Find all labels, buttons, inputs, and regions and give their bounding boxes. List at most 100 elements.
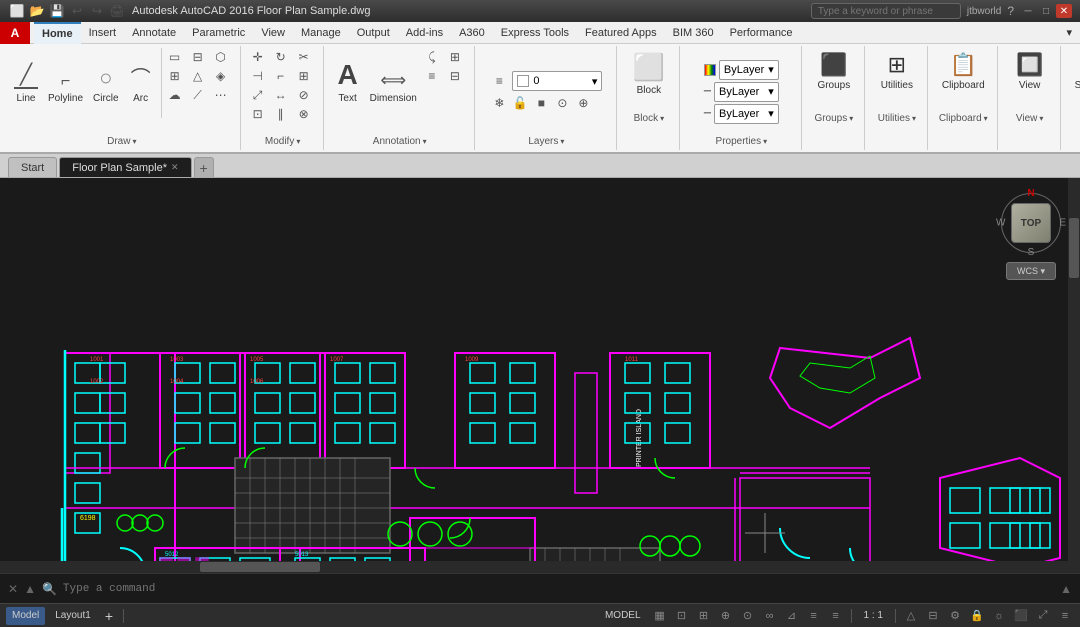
menu-tab-view[interactable]: View — [253, 22, 293, 44]
unisolate-icon[interactable]: ⊕ — [574, 94, 592, 112]
freeze-icon[interactable]: ❄ — [490, 94, 508, 112]
move-icon[interactable]: ✛ — [249, 48, 267, 66]
new-icon[interactable]: ⬜ — [8, 2, 26, 20]
vertical-scrollbar[interactable] — [1068, 178, 1080, 573]
ortho-icon[interactable]: ⊞ — [695, 607, 713, 625]
lock-icon[interactable]: 🔒 — [968, 607, 986, 625]
autocad-logo[interactable]: A — [0, 22, 30, 44]
layer-dropdown[interactable]: 0 ▾ — [512, 71, 602, 91]
close-button[interactable]: ✕ — [1056, 4, 1072, 18]
grid-icon[interactable]: ▦ — [651, 607, 669, 625]
mirror-icon[interactable]: ⊣ — [249, 67, 267, 85]
viewcube[interactable]: TOP — [1001, 193, 1061, 253]
menu-tab-a360[interactable]: A360 — [451, 22, 493, 44]
workspace-icon[interactable]: ⚙ — [946, 607, 964, 625]
snap-icon[interactable]: ⊡ — [673, 607, 691, 625]
block-group-label[interactable]: Block ▾ — [625, 112, 673, 125]
cmdline-expand-icon[interactable]: ▲ — [1060, 582, 1072, 596]
groups-button[interactable]: ⬛ Groups — [810, 48, 858, 112]
gradient-icon[interactable]: ⬡ — [212, 48, 230, 66]
menu-tab-manage[interactable]: Manage — [293, 22, 349, 44]
annotation-group-label[interactable]: Annotation ▾ — [332, 135, 468, 148]
horizontal-scrollbar[interactable] — [0, 561, 1068, 573]
lock-icon[interactable]: 🔓 — [511, 94, 529, 112]
tab-floorplan-close[interactable]: ✕ — [171, 162, 179, 173]
cmdline-search-icon[interactable]: 🔍 — [42, 582, 57, 596]
dyn-icon[interactable]: ≡ — [805, 607, 823, 625]
polyline-button[interactable]: ⌐ Polyline — [44, 48, 87, 106]
model-space-button[interactable]: MODEL — [599, 607, 647, 625]
view-group-label[interactable]: View ▾ — [1006, 112, 1054, 125]
scale-icon[interactable]: ⤢ — [249, 86, 267, 104]
hardware-accel-icon[interactable]: ⬛ — [1012, 607, 1030, 625]
circle-button[interactable]: ○ Circle — [89, 48, 123, 106]
menu-tab-annotate[interactable]: Annotate — [124, 22, 184, 44]
menu-tab-featured[interactable]: Featured Apps — [577, 22, 665, 44]
groups-group-label[interactable]: Groups ▾ — [810, 112, 858, 125]
nav-cube[interactable]: TOP N S E W WCS ▾ — [996, 188, 1066, 283]
compass[interactable]: TOP N S E W — [996, 188, 1066, 258]
explode-icon[interactable]: ⊗ — [295, 105, 313, 123]
anno-scale-icon[interactable]: △ — [902, 607, 920, 625]
clipboard-button[interactable]: 📋 Clipboard — [936, 48, 991, 112]
dimension-button[interactable]: ⟺ Dimension — [366, 48, 421, 106]
menu-tab-home[interactable]: Home — [34, 22, 81, 44]
copy-icon[interactable]: ⊡ — [249, 105, 267, 123]
maximize-button[interactable]: □ — [1038, 4, 1054, 18]
menu-tab-output[interactable]: Output — [349, 22, 398, 44]
view-button[interactable]: 🔲 View — [1006, 48, 1054, 112]
scale-button[interactable]: 1 : 1 — [858, 607, 889, 625]
redo-icon[interactable]: ↪ — [88, 2, 106, 20]
ducs-icon[interactable]: ⊿ — [783, 607, 801, 625]
add-layout-button[interactable]: + — [101, 607, 117, 625]
offset-icon[interactable]: ∥ — [272, 105, 290, 123]
leader-icon[interactable]: ⤹ — [423, 48, 441, 66]
osnap-icon[interactable]: ⊙ — [739, 607, 757, 625]
add-tab-button[interactable]: + — [194, 157, 214, 177]
revision-cloud-icon[interactable]: ☁ — [166, 86, 184, 104]
menu-tab-insert[interactable]: Insert — [81, 22, 125, 44]
hatch-icon[interactable]: ⊟ — [189, 48, 207, 66]
clipboard-group-label[interactable]: Clipboard ▾ — [936, 112, 991, 125]
anno-style-icon[interactable]: ≡ — [423, 67, 441, 85]
wipeout-icon[interactable]: ◈ — [212, 67, 230, 85]
menu-extras[interactable]: ▾ — [1058, 22, 1080, 44]
undo-icon[interactable]: ↩ — [68, 2, 86, 20]
isolate-icon[interactable]: ☼ — [990, 607, 1008, 625]
save-icon[interactable]: 💾 — [48, 2, 66, 20]
v-scroll-thumb[interactable] — [1069, 218, 1079, 278]
region-icon[interactable]: △ — [189, 67, 207, 85]
otrack-icon[interactable]: ∞ — [761, 607, 779, 625]
color-dropdown[interactable]: ByLayer ▾ — [719, 60, 779, 80]
lineweight-icon[interactable]: ≡ — [827, 607, 845, 625]
utilities-button[interactable]: ⊞ Utilities — [873, 48, 921, 112]
properties-group-label[interactable]: Properties ▾ — [688, 135, 795, 148]
line-button[interactable]: ╱ Line — [10, 48, 42, 106]
floorplan-svg[interactable]: PRINTER ISLAND — [0, 178, 1080, 573]
boundary-icon[interactable]: ⊞ — [166, 67, 184, 85]
table-icon[interactable]: ⊞ — [446, 48, 464, 66]
search-input[interactable] — [811, 3, 961, 19]
h-scroll-thumb[interactable] — [200, 562, 320, 572]
layout1-button[interactable]: Layout1 — [49, 607, 97, 625]
anno-vis-icon[interactable]: ⊟ — [924, 607, 942, 625]
polar-icon[interactable]: ⊕ — [717, 607, 735, 625]
isolate-icon[interactable]: ⊙ — [553, 94, 571, 112]
color-icon[interactable]: ■ — [532, 94, 550, 112]
trim-icon[interactable]: ✂ — [295, 48, 313, 66]
cmdline-close-icon[interactable]: ✕ — [8, 582, 18, 596]
rotate-icon[interactable]: ↻ — [272, 48, 290, 66]
cmdline-history-icon[interactable]: ▲ — [24, 582, 36, 596]
open-icon[interactable]: 📂 — [28, 2, 46, 20]
draw-group-label[interactable]: Draw ▾ — [10, 135, 234, 148]
plot-icon[interactable]: 🖨 — [108, 2, 126, 20]
menu-tab-parametric[interactable]: Parametric — [184, 22, 253, 44]
stretch-icon[interactable]: ↔ — [272, 86, 290, 104]
menu-tab-addins[interactable]: Add-ins — [398, 22, 451, 44]
tab-start[interactable]: Start — [8, 157, 57, 177]
rectangle-icon[interactable]: ▭ — [166, 48, 184, 66]
array-icon[interactable]: ⊞ — [295, 67, 313, 85]
model-button[interactable]: Model — [6, 607, 45, 625]
draw-order-icon[interactable]: ⟋ — [189, 86, 207, 104]
cleanscreen-icon[interactable]: ⤢ — [1034, 607, 1052, 625]
